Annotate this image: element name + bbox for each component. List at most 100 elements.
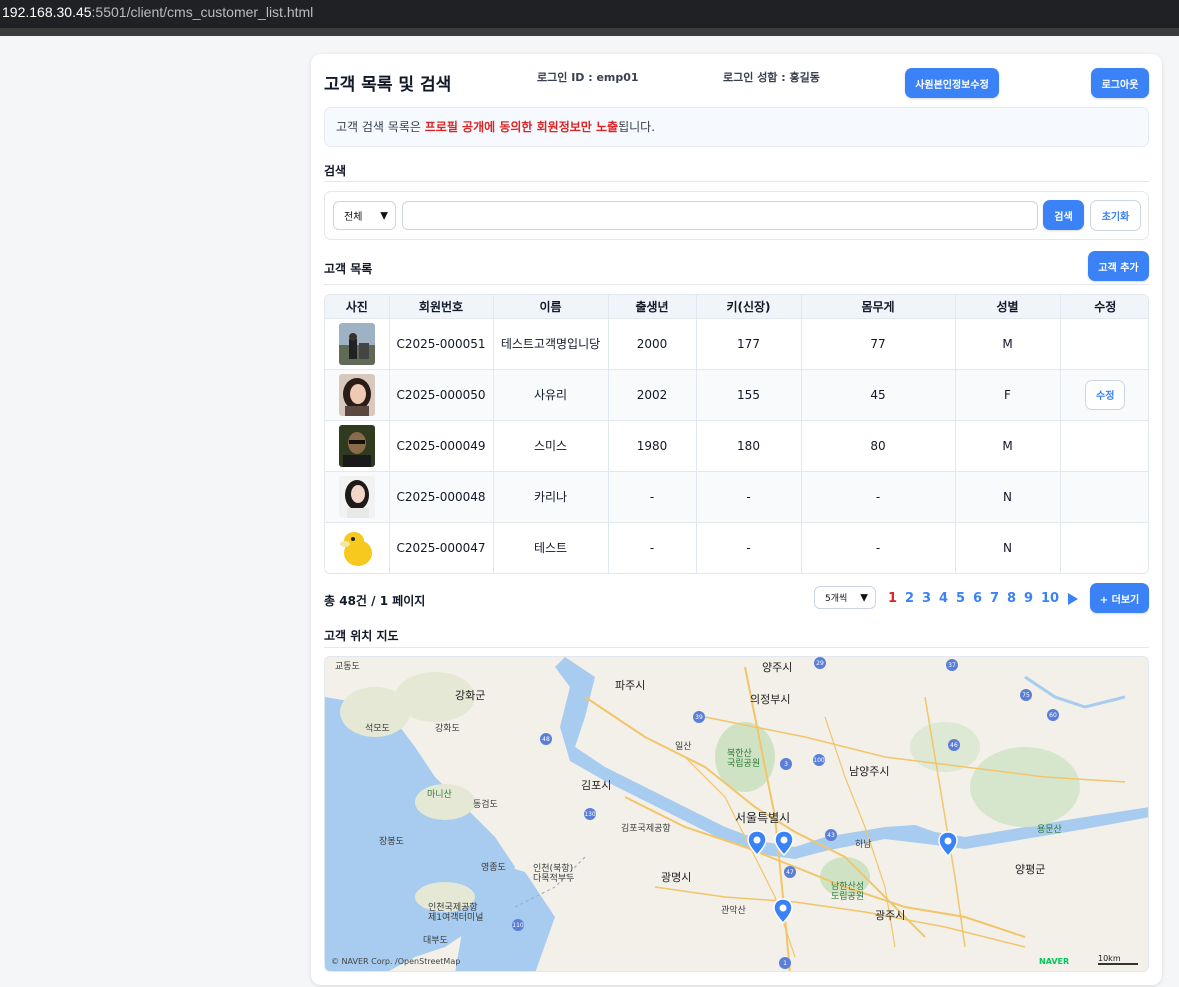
search-button[interactable]: 검색 xyxy=(1043,200,1084,230)
column-header: 성별 xyxy=(955,295,1061,319)
customer-table: 사진 회원번호 이름 출생년 키(신장) 몸무게 성별 수정 C2025-000… xyxy=(324,294,1149,574)
weight-cell: 80 xyxy=(801,420,956,472)
table-row[interactable]: C2025-000049 스미스 1980 180 80 M xyxy=(325,420,1148,472)
weight-cell: 45 xyxy=(801,369,956,421)
map-attribution[interactable]: © NAVER Corp. /OpenStreetMap xyxy=(331,957,460,966)
page-link-10[interactable]: 10 xyxy=(1041,591,1059,606)
route-badges-layer: 29 37 75 60 39 48 3 100 46 130 43 47 110 1 xyxy=(512,657,1059,969)
birth-cell: - xyxy=(608,522,697,573)
photo-cell xyxy=(325,471,390,523)
edit-cell xyxy=(1060,522,1148,573)
address-bar[interactable]: 192.168.30.45:5501/client/cms_customer_l… xyxy=(0,0,1179,28)
height-cell: - xyxy=(696,522,802,573)
edit-cell xyxy=(1060,420,1148,472)
member-id-cell: C2025-000051 xyxy=(389,318,494,370)
next-page-icon[interactable] xyxy=(1068,593,1078,605)
gender-cell: M xyxy=(955,420,1061,472)
route-badge: 1 xyxy=(783,960,787,967)
photo-cell xyxy=(325,522,390,573)
page-link-5[interactable]: 5 xyxy=(956,591,965,606)
page-link-7[interactable]: 7 xyxy=(990,591,999,606)
naver-logo: NAVER xyxy=(1039,957,1070,966)
customer-photo xyxy=(338,322,375,365)
height-cell: 180 xyxy=(696,420,802,472)
route-badge: 39 xyxy=(695,714,703,721)
search-section-title: 검색 xyxy=(324,164,347,178)
search-scope-value: 전체 xyxy=(344,212,363,223)
route-badge: 43 xyxy=(827,832,835,839)
location-pin-icon[interactable] xyxy=(772,898,794,924)
customer-location-map[interactable]: 교동도 강화군 석모도 강화도 마니산 동검도 장봉도 영종도 인천국제공항 제… xyxy=(324,656,1149,972)
reset-button[interactable]: 초기화 xyxy=(1090,200,1141,231)
location-pin-icon[interactable] xyxy=(746,830,768,856)
birth-cell: 2002 xyxy=(608,369,697,421)
search-input[interactable] xyxy=(402,201,1038,230)
address-path: :5501/client/cms_customer_list.html xyxy=(91,4,314,20)
list-section-title: 고객 목록 xyxy=(324,262,373,276)
edit-cell: 수정 xyxy=(1060,369,1148,421)
divider xyxy=(324,284,1149,285)
route-badge: 48 xyxy=(542,736,550,743)
customer-photo xyxy=(338,475,375,518)
name-cell: 테스트 xyxy=(493,522,609,573)
table-header-row: 사진 회원번호 이름 출생년 키(신장) 몸무게 성별 수정 xyxy=(325,295,1148,319)
route-badge: 37 xyxy=(948,662,956,669)
chevron-down-icon: ▼ xyxy=(860,592,868,603)
edit-button[interactable]: 수정 xyxy=(1085,379,1126,410)
table-row[interactable]: C2025-000050 사유리 2002 155 45 F 수정 xyxy=(325,369,1148,421)
notice-prefix: 고객 검색 목록은 xyxy=(336,120,425,134)
edit-cell xyxy=(1060,318,1148,370)
browser-strip xyxy=(0,28,1179,36)
customer-list-card: 고객 목록 및 검색 로그인 ID : emp01 로그인 성함 : 홍길동 사… xyxy=(311,54,1162,985)
member-id-cell: C2025-000048 xyxy=(389,471,494,523)
table-row[interactable]: C2025-000051 테스트고객명입니당 2000 177 77 M xyxy=(325,318,1148,370)
table-row[interactable]: C2025-000047 테스트 - - - N xyxy=(325,522,1148,573)
page-link-8[interactable]: 8 xyxy=(1007,591,1016,606)
member-id-cell: C2025-000047 xyxy=(389,522,494,573)
birth-cell: - xyxy=(608,471,697,523)
column-header: 키(신장) xyxy=(696,295,802,319)
location-pin-icon[interactable] xyxy=(773,830,795,856)
column-header: 출생년 xyxy=(608,295,697,319)
gender-cell: N xyxy=(955,522,1061,573)
chevron-down-icon: ▼ xyxy=(380,210,388,221)
page-link-1[interactable]: 1 xyxy=(888,591,897,606)
route-badge: 110 xyxy=(512,922,524,929)
route-badge: 46 xyxy=(950,742,958,749)
page-link-2[interactable]: 2 xyxy=(905,591,914,606)
divider xyxy=(324,647,1149,648)
column-header: 이름 xyxy=(493,295,609,319)
load-more-button[interactable]: + 더보기 xyxy=(1090,583,1149,613)
column-header: 수정 xyxy=(1060,295,1148,319)
add-customer-button[interactable]: 고객 추가 xyxy=(1088,251,1149,281)
page-link-3[interactable]: 3 xyxy=(922,591,931,606)
search-panel: 전체 ▼ 검색 초기화 xyxy=(324,191,1149,240)
search-scope-select[interactable]: 전체 ▼ xyxy=(333,201,396,230)
page-link-6[interactable]: 6 xyxy=(973,591,982,606)
page-link-9[interactable]: 9 xyxy=(1024,591,1033,606)
name-cell: 사유리 xyxy=(493,369,609,421)
notice-highlight: 프로필 공개에 동의한 회원정보만 노출 xyxy=(424,120,619,134)
birth-cell: 2000 xyxy=(608,318,697,370)
gender-cell: M xyxy=(955,318,1061,370)
map-section-title: 고객 위치 지도 xyxy=(324,629,399,643)
location-pin-icon[interactable] xyxy=(937,831,959,857)
table-row[interactable]: C2025-000048 카리나 - - - N xyxy=(325,471,1148,523)
route-badge: 47 xyxy=(786,869,794,876)
gender-cell: N xyxy=(955,471,1061,523)
page-size-select[interactable]: 5개씩 ▼ xyxy=(814,586,876,609)
edit-profile-button[interactable]: 사원본인정보수정 xyxy=(905,68,999,98)
page-link-4[interactable]: 4 xyxy=(939,591,948,606)
notice-suffix: 됩니다. xyxy=(618,120,656,134)
notice-banner: 고객 검색 목록은 프로필 공개에 동의한 회원정보만 노출됩니다. xyxy=(324,107,1149,147)
customer-photo xyxy=(338,526,375,569)
weight-cell: - xyxy=(801,471,956,523)
height-cell: - xyxy=(696,471,802,523)
edit-cell xyxy=(1060,471,1148,523)
customer-photo xyxy=(338,424,375,467)
logout-button[interactable]: 로그아웃 xyxy=(1091,68,1149,98)
total-count: 총 48건 / 1 페이지 xyxy=(324,594,426,608)
height-cell: 155 xyxy=(696,369,802,421)
route-badge: 75 xyxy=(1022,692,1030,699)
name-cell: 스미스 xyxy=(493,420,609,472)
